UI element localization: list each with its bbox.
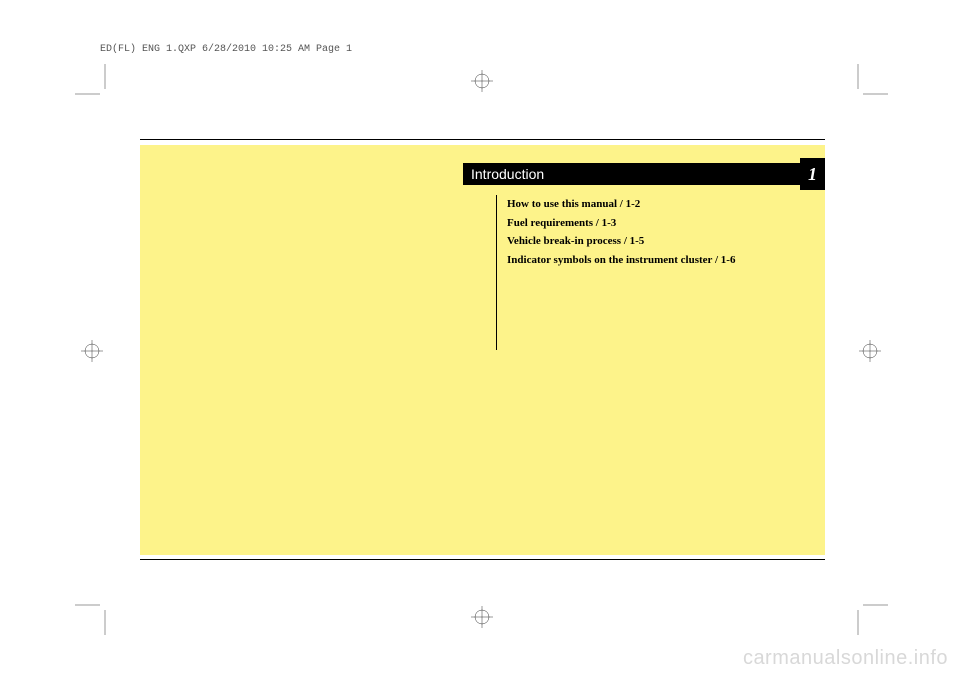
registration-mark-top — [471, 70, 493, 92]
crop-mark-bottom-right — [848, 595, 888, 635]
crop-mark-top-left — [75, 64, 115, 104]
registration-mark-right — [859, 340, 881, 362]
toc-item: Indicator symbols on the instrument clus… — [507, 251, 735, 270]
chapter-title: Introduction — [463, 166, 544, 182]
chapter-number-box: 1 — [800, 158, 825, 190]
table-of-contents: How to use this manual / 1-2 Fuel requir… — [496, 195, 735, 350]
bottom-rule — [140, 559, 825, 560]
chapter-title-bar: Introduction — [463, 163, 825, 185]
registration-mark-left — [81, 340, 103, 362]
watermark: carmanualsonline.info — [743, 647, 948, 670]
toc-item: Fuel requirements / 1-3 — [507, 214, 735, 233]
toc-item: How to use this manual / 1-2 — [507, 195, 735, 214]
print-header: ED(FL) ENG 1.QXP 6/28/2010 10:25 AM Page… — [100, 44, 352, 55]
crop-mark-bottom-left — [75, 595, 115, 635]
registration-mark-bottom — [471, 606, 493, 628]
crop-mark-top-right — [848, 64, 888, 104]
top-rule — [140, 139, 825, 140]
chapter-number: 1 — [808, 164, 817, 185]
toc-item: Vehicle break-in process / 1-5 — [507, 232, 735, 251]
